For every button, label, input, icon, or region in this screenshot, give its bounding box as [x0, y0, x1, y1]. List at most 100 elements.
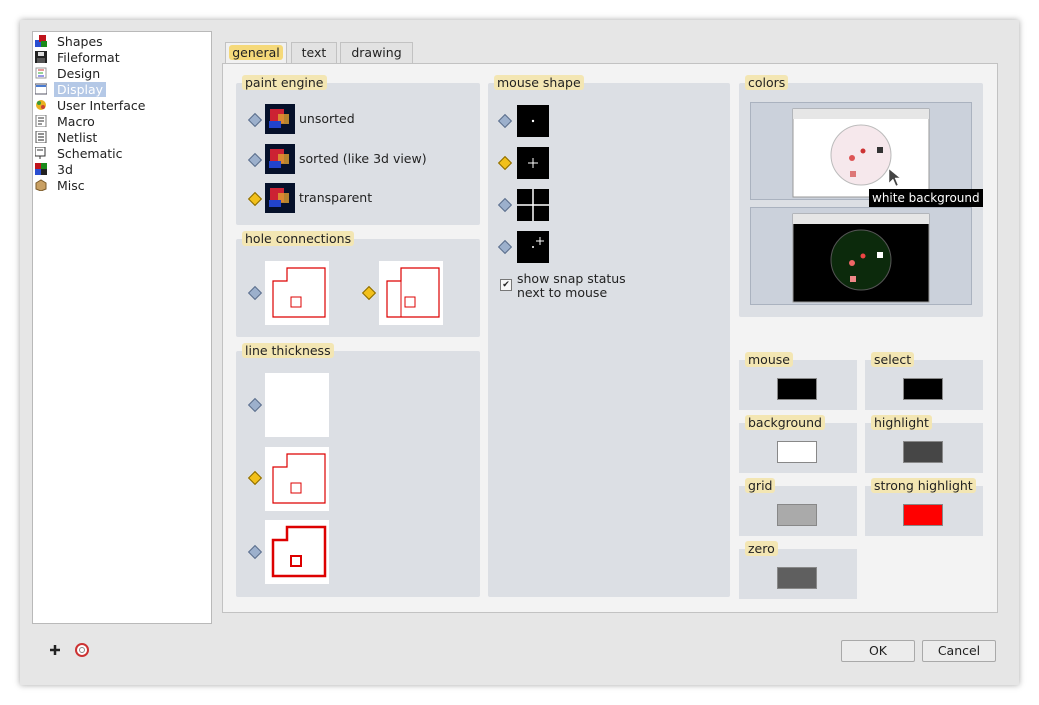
grid-color-group: grid: [739, 478, 857, 536]
line-thickness-thick-preview: [265, 520, 329, 584]
group-title: zero: [745, 541, 778, 556]
misc-icon: [35, 179, 47, 192]
display-icon: [34, 83, 48, 95]
settings-dialog: Shapes Fileformat Design Display User In…: [20, 20, 1019, 685]
select-color-swatch[interactable]: [903, 378, 943, 400]
3d-icon: [35, 163, 47, 175]
group-title: paint engine: [242, 75, 327, 90]
sidebar-item-schematic[interactable]: Schematic: [34, 145, 126, 161]
paint-engine-unsorted-preview: [265, 104, 295, 134]
mouse-pointer-icon: [889, 169, 901, 187]
paint-engine-transparent-radio[interactable]: [247, 191, 263, 207]
sidebar-item-macro[interactable]: Macro: [35, 113, 98, 129]
shapes-icon: [35, 35, 47, 47]
hole-connections-option1-preview: [265, 261, 329, 325]
mouse-color-swatch[interactable]: [777, 378, 817, 400]
line-thickness-medium-radio[interactable]: [247, 470, 263, 486]
line-thickness-thin-radio[interactable]: [247, 397, 263, 413]
hole-connections-group: hole connections: [236, 231, 480, 337]
sidebar-item-display[interactable]: Display: [34, 81, 107, 97]
sidebar-item-netlist[interactable]: Netlist: [35, 129, 100, 145]
zero-color-swatch[interactable]: [777, 567, 817, 589]
tab-general[interactable]: general: [225, 42, 287, 65]
paint-engine-sorted-preview: [265, 144, 295, 174]
background-color-group: background: [739, 415, 857, 473]
paint-engine-unsorted-label: unsorted: [299, 111, 355, 126]
line-thickness-thick-radio[interactable]: [247, 544, 263, 560]
design-icon: [35, 67, 47, 79]
sidebar-item-misc[interactable]: Misc: [35, 177, 88, 193]
user-interface-icon: [35, 99, 47, 111]
sidebar-item-label: 3d: [57, 161, 73, 177]
sidebar-item-label: Schematic: [57, 145, 123, 161]
white-background-preset[interactable]: [750, 102, 972, 200]
paint-engine-transparent-preview: [265, 183, 295, 213]
paint-engine-transparent-label: transparent: [299, 190, 373, 205]
group-title: line thickness: [242, 343, 334, 358]
mouse-shape-cross-radio[interactable]: [497, 155, 513, 171]
group-title: mouse: [745, 352, 793, 367]
grid-color-swatch[interactable]: [777, 504, 817, 526]
cancel-button[interactable]: Cancel: [922, 640, 996, 662]
schematic-icon: [34, 146, 47, 159]
sidebar-item-user-interface[interactable]: User Interface: [35, 97, 148, 113]
mouse-shape-dot-radio[interactable]: [497, 113, 513, 129]
black-background-preset[interactable]: [750, 207, 972, 305]
group-title: select: [871, 352, 915, 367]
paint-engine-sorted-radio[interactable]: [247, 152, 263, 168]
sidebar-item-label: Misc: [57, 177, 85, 193]
snap-status-checkbox[interactable]: ✔: [500, 279, 512, 291]
mouse-shape-fullcross-preview: [517, 189, 549, 221]
mouse-shape-fullcross-radio[interactable]: [497, 197, 513, 213]
line-thickness-medium-preview: [265, 447, 329, 511]
mouse-shape-dot-preview: [517, 105, 549, 137]
select-color-group: select: [865, 352, 983, 410]
preset-tooltip: white background: [869, 189, 983, 207]
plus-icon[interactable]: [47, 642, 63, 658]
netlist-icon: [35, 130, 47, 144]
tab-text[interactable]: text: [291, 42, 337, 64]
mouse-shape-crossdot-radio[interactable]: [497, 239, 513, 255]
mouse-shape-cross-preview: [517, 147, 549, 179]
sidebar-item-3d[interactable]: 3d: [35, 161, 76, 177]
paint-engine-sorted-label: sorted (like 3d view): [299, 151, 427, 166]
line-thickness-thin-preview: [265, 373, 329, 437]
strong-highlight-color-group: strong highlight: [865, 478, 983, 536]
sidebar-item-label: Macro: [57, 113, 95, 129]
macro-icon: [35, 114, 47, 128]
hole-connections-option2-preview: [379, 261, 443, 325]
highlight-color-swatch[interactable]: [903, 441, 943, 463]
group-title: mouse shape: [494, 75, 584, 90]
sidebar-item-label: Netlist: [57, 129, 98, 145]
sidebar-item-label: Design: [57, 65, 101, 81]
hole-connections-option1-radio[interactable]: [247, 285, 263, 301]
group-title: grid: [745, 478, 776, 493]
snap-status-label: show snap status next to mouse: [517, 271, 626, 300]
strong-highlight-color-swatch[interactable]: [903, 504, 943, 526]
mouse-shape-crossdot-preview: [517, 231, 549, 263]
mouse-shape-group: mouse shape ✔ show snap status next to m…: [488, 75, 730, 597]
sidebar-item-fileformat[interactable]: Fileformat: [35, 49, 123, 65]
sidebar-item-label: Display: [54, 81, 107, 97]
sidebar-item-label: Shapes: [57, 33, 103, 49]
help-lifebuoy-icon[interactable]: [74, 642, 90, 658]
floppy-icon: [35, 51, 47, 63]
group-title: colors: [745, 75, 789, 90]
tab-drawing[interactable]: drawing: [340, 42, 413, 64]
paint-engine-group: paint engine unsorted sorted (like 3d vi…: [236, 75, 480, 225]
line-thickness-group: line thickness: [236, 343, 480, 597]
paint-engine-unsorted-radio[interactable]: [247, 112, 263, 128]
background-color-swatch[interactable]: [777, 441, 817, 463]
sidebar-item-design[interactable]: Design: [35, 65, 103, 81]
group-title: background: [745, 415, 825, 430]
ok-button[interactable]: OK: [841, 640, 915, 662]
colors-group: colors white background: [739, 75, 983, 317]
sidebar-item-label: User Interface: [57, 97, 146, 113]
zero-color-group: zero: [739, 541, 857, 599]
group-title: hole connections: [242, 231, 355, 246]
mouse-color-group: mouse: [739, 352, 857, 410]
hole-connections-option2-radio[interactable]: [361, 285, 377, 301]
category-list[interactable]: Shapes Fileformat Design Display User In…: [32, 31, 212, 624]
sidebar-item-shapes[interactable]: Shapes: [35, 33, 106, 49]
group-title: strong highlight: [871, 478, 976, 493]
